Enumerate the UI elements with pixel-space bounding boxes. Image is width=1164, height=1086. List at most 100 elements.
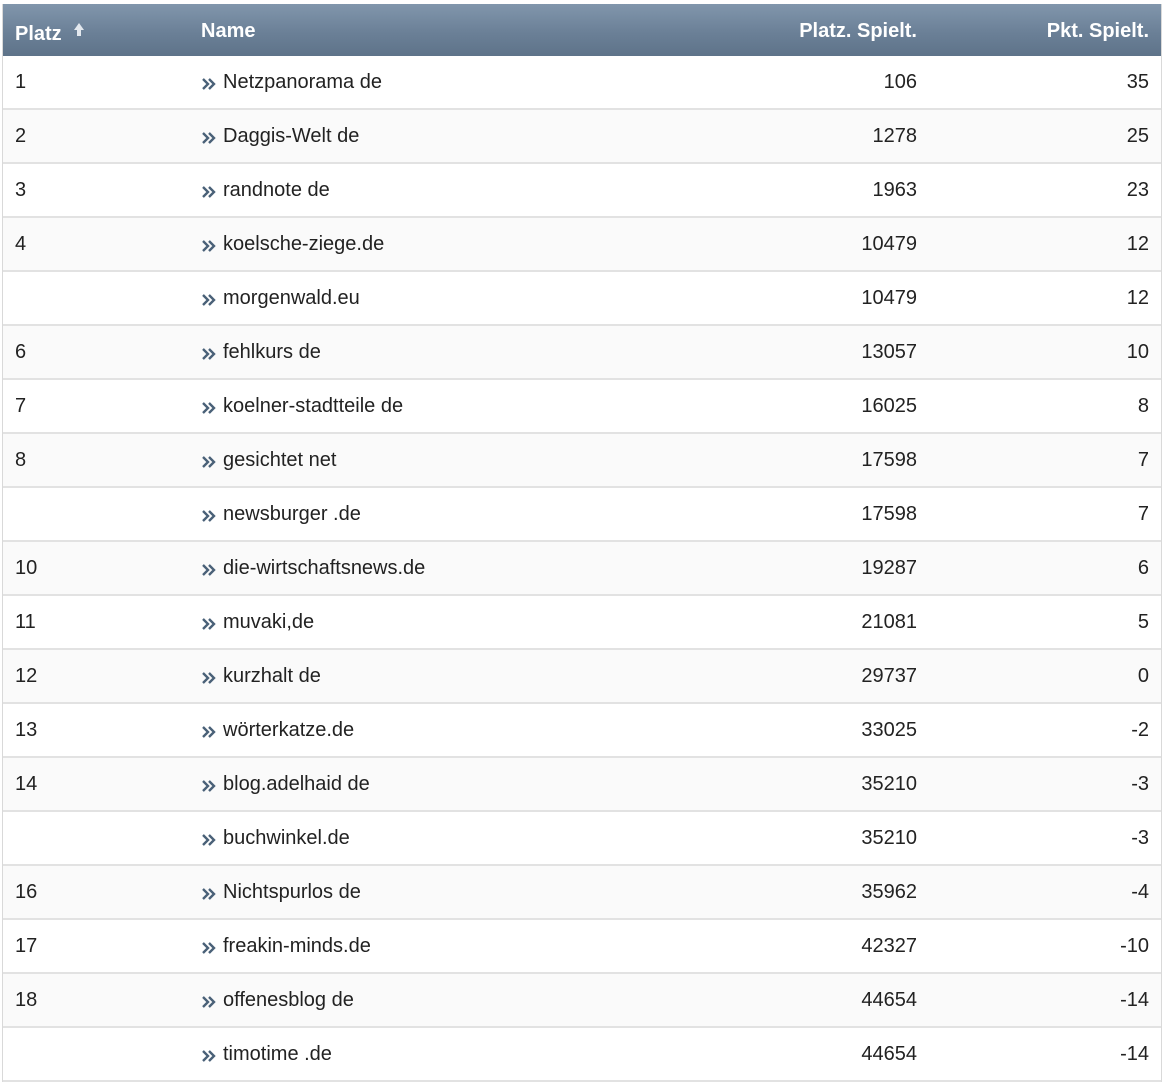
position-cell: 35962: [861, 881, 917, 903]
site-name-link[interactable]: randnote de: [223, 179, 330, 201]
rank-cell: 1: [15, 71, 27, 93]
name-cell: Netzpanorama de: [193, 56, 613, 108]
points-cell: 23: [1126, 179, 1149, 201]
site-name-link[interactable]: offenesblog de: [223, 989, 354, 1011]
column-header-points[interactable]: Pkt. Spielt.: [917, 4, 1149, 56]
rank-cell: 6: [15, 341, 27, 363]
points-cell: 12: [1126, 233, 1149, 255]
double-chevron-right-icon: [202, 186, 216, 199]
rank-cell: 10: [15, 557, 38, 579]
double-chevron-right-icon: [202, 834, 216, 847]
table-row: buchwinkel.de 35210 -3: [3, 812, 1161, 866]
name-cell: offenesblog de: [193, 974, 613, 1026]
position-cell: 21081: [861, 611, 917, 633]
site-name-link[interactable]: morgenwald.eu: [223, 287, 360, 309]
position-cell: 16025: [861, 395, 917, 417]
column-header-rank[interactable]: Platz: [3, 4, 193, 56]
points-cell: 5: [1137, 611, 1149, 633]
site-name-link[interactable]: buchwinkel.de: [223, 827, 350, 849]
table-row: timotime .de 44654 -14: [3, 1028, 1161, 1082]
table-body: 1 Netzpanorama de 10 6 35 2 Daggis-Welt de 1278…: [3, 56, 1161, 1082]
site-name-link[interactable]: koelsche-ziege.de: [223, 233, 384, 255]
rank-cell: 13: [15, 719, 38, 741]
name-cell: blog.adelhaid de: [193, 758, 613, 810]
double-chevron-right-icon: [202, 402, 216, 415]
double-chevron-right-icon: [202, 942, 216, 955]
name-cell: koelner-stadtteile de: [193, 380, 613, 432]
table-row: 17 freakin-minds.de 42327 -10: [3, 920, 1161, 974]
position-cell: 13057: [861, 341, 917, 363]
site-name-link[interactable]: freakin-minds.de: [223, 935, 371, 957]
rank-cell: 11: [15, 611, 36, 633]
sort-ascending-icon[interactable]: [73, 22, 84, 39]
site-name-link[interactable]: fehlkurs de: [223, 341, 321, 363]
name-cell: muvaki,de: [193, 596, 613, 648]
points-cell: -3: [1131, 773, 1149, 795]
name-cell: gesichtet net: [193, 434, 613, 486]
name-cell: buchwinkel.de: [193, 812, 613, 864]
column-header-position[interactable]: Platz. Spielt.: [613, 4, 917, 56]
position-cell: 44654: [861, 989, 917, 1011]
rank-cell: [3, 488, 193, 540]
site-name-link[interactable]: Nichtspurlos de: [223, 881, 361, 903]
table-row: 14 blog.adelhaid de 35210 -3: [3, 758, 1161, 812]
points-cell: 12: [1126, 287, 1149, 309]
site-name-link[interactable]: newsburger .de: [223, 503, 361, 525]
name-cell: kurzhalt de: [193, 650, 613, 702]
table-row: morgenwald.eu 10479 12: [3, 272, 1161, 326]
points-cell: -10: [1120, 935, 1149, 957]
name-cell: newsburger .de: [193, 488, 613, 540]
site-name-link[interactable]: timotime .de: [223, 1043, 332, 1065]
points-cell: 8: [1137, 395, 1149, 417]
position-cell: 1278: [872, 125, 918, 147]
rank-cell: [3, 1028, 193, 1080]
name-cell: fehlkurs de: [193, 326, 613, 378]
points-cell: -14: [1120, 1043, 1149, 1065]
double-chevron-right-icon: [202, 726, 216, 739]
points-cell: 6: [1137, 557, 1149, 579]
name-cell: freakin-minds.de: [193, 920, 613, 972]
position-cell: 17598: [861, 449, 917, 471]
points-cell: 0: [1137, 665, 1149, 687]
position-cell: 10479: [861, 287, 917, 309]
site-name-link[interactable]: gesichtet net: [223, 449, 336, 471]
site-name-link[interactable]: die-wirtschaftsnews.de: [223, 557, 425, 579]
double-chevron-right-icon: [202, 240, 216, 253]
table-row: 8 gesichtet net 17598 7: [3, 434, 1161, 488]
table-row: 11 muvaki,de 21081 5: [3, 596, 1161, 650]
rank-cell: [3, 812, 193, 864]
site-name-link[interactable]: Netzpanorama de: [223, 71, 382, 93]
double-chevron-right-icon: [202, 618, 216, 631]
rank-cell: 4: [15, 233, 27, 255]
double-chevron-right-icon: [202, 294, 216, 307]
table-row: 16 Nichtspurlos de 35962 -4: [3, 866, 1161, 920]
table-row: 2 Daggis-Welt de 1278 25: [3, 110, 1161, 164]
name-cell: randnote de: [193, 164, 613, 216]
points-cell: 35: [1126, 71, 1149, 93]
double-chevron-right-icon: [202, 888, 216, 901]
site-name-link[interactable]: blog.adelhaid de: [223, 773, 370, 795]
position-cell: 19287: [861, 557, 917, 579]
double-chevron-right-icon: [202, 132, 216, 145]
rank-cell: 16: [15, 881, 38, 903]
site-name-link[interactable]: kurzhalt de: [223, 665, 321, 687]
table-row: 3 randnote de 1963 23: [3, 164, 1161, 218]
table-row: 7 koelner-stadtteile de 16025 8: [3, 380, 1161, 434]
points-cell: -4: [1131, 881, 1149, 903]
site-name-link[interactable]: wörterkatze.de: [223, 719, 354, 741]
table-row: 18 offenesblog de 44654 -14: [3, 974, 1161, 1028]
site-name-link[interactable]: Daggis-Welt de: [223, 125, 359, 147]
column-header-name[interactable]: Name: [193, 4, 613, 56]
name-cell: Daggis-Welt de: [193, 110, 613, 162]
points-cell: -3: [1131, 827, 1149, 849]
double-chevron-right-icon: [202, 456, 216, 469]
site-name-link[interactable]: koelner-stadtteile de: [223, 395, 403, 417]
column-header-rank-label: Platz: [15, 23, 62, 45]
site-name-link[interactable]: muvaki,de: [223, 611, 314, 633]
position-cell: 10479: [861, 233, 917, 255]
name-cell: wörterkatze.de: [193, 704, 613, 756]
table-header: Platz Name Platz. Spielt. Pkt. Spielt.: [3, 4, 1161, 56]
position-cell: 29737: [861, 665, 917, 687]
double-chevron-right-icon: [202, 348, 216, 361]
rank-cell: 2: [15, 125, 27, 147]
